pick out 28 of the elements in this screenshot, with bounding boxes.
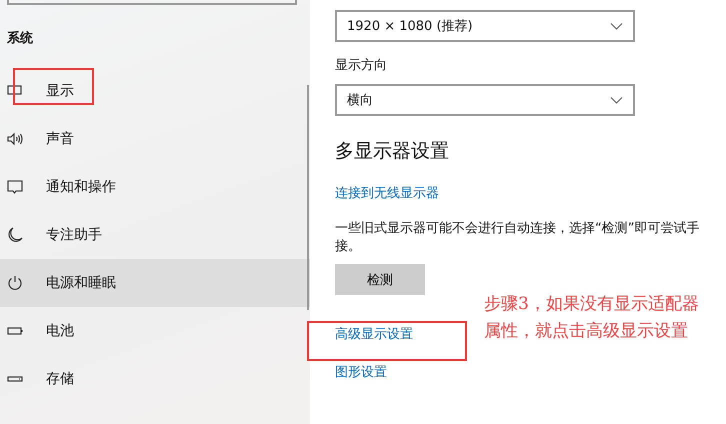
sidebar-item[interactable]: 声音 bbox=[0, 115, 310, 163]
chevron-down-icon bbox=[610, 22, 623, 30]
sidebar-item[interactable]: 电池 bbox=[0, 307, 310, 355]
advanced-display-link[interactable]: 高级显示设置 bbox=[335, 325, 413, 343]
search-field[interactable] bbox=[7, 0, 297, 5]
power-icon bbox=[7, 275, 23, 291]
orientation-dropdown[interactable]: 横向 bbox=[335, 84, 635, 116]
sidebar-item[interactable]: 电源和睡眠 bbox=[0, 259, 310, 307]
moon-icon bbox=[7, 227, 23, 243]
detect-button[interactable]: 检测 bbox=[335, 264, 425, 295]
message-icon bbox=[7, 179, 23, 195]
description-text: 一些旧式显示器可能不会进行自动连接，选择“检测”即可尝试手 bbox=[335, 220, 700, 238]
field-label: 显示方向 bbox=[335, 57, 387, 74]
section-title: 多显示器设置 bbox=[335, 139, 449, 164]
scrollbar[interactable] bbox=[307, 85, 309, 310]
chevron-down-icon bbox=[610, 96, 623, 104]
sidebar-heading: 系统 bbox=[7, 30, 34, 47]
graphics-settings-link[interactable]: 图形设置 bbox=[335, 363, 387, 381]
resolution-dropdown[interactable]: 1920 × 1080 (推荐) bbox=[335, 10, 635, 42]
speaker-icon bbox=[7, 131, 23, 147]
sidebar-item[interactable]: 显示 bbox=[0, 67, 310, 115]
wireless-display-link[interactable]: 连接到无线显示器 bbox=[335, 184, 439, 202]
annotation-text: 步骤3，如果没有显示适配器 bbox=[484, 293, 699, 316]
sidebar-item[interactable]: 存储 bbox=[0, 355, 310, 403]
sidebar-item[interactable]: 通知和操作 bbox=[0, 163, 310, 211]
sidebar-item[interactable]: 专注助手 bbox=[0, 211, 310, 259]
annotation-text: 属性，就点击高级显示设置 bbox=[484, 320, 689, 343]
description-text: 接。 bbox=[335, 238, 362, 256]
